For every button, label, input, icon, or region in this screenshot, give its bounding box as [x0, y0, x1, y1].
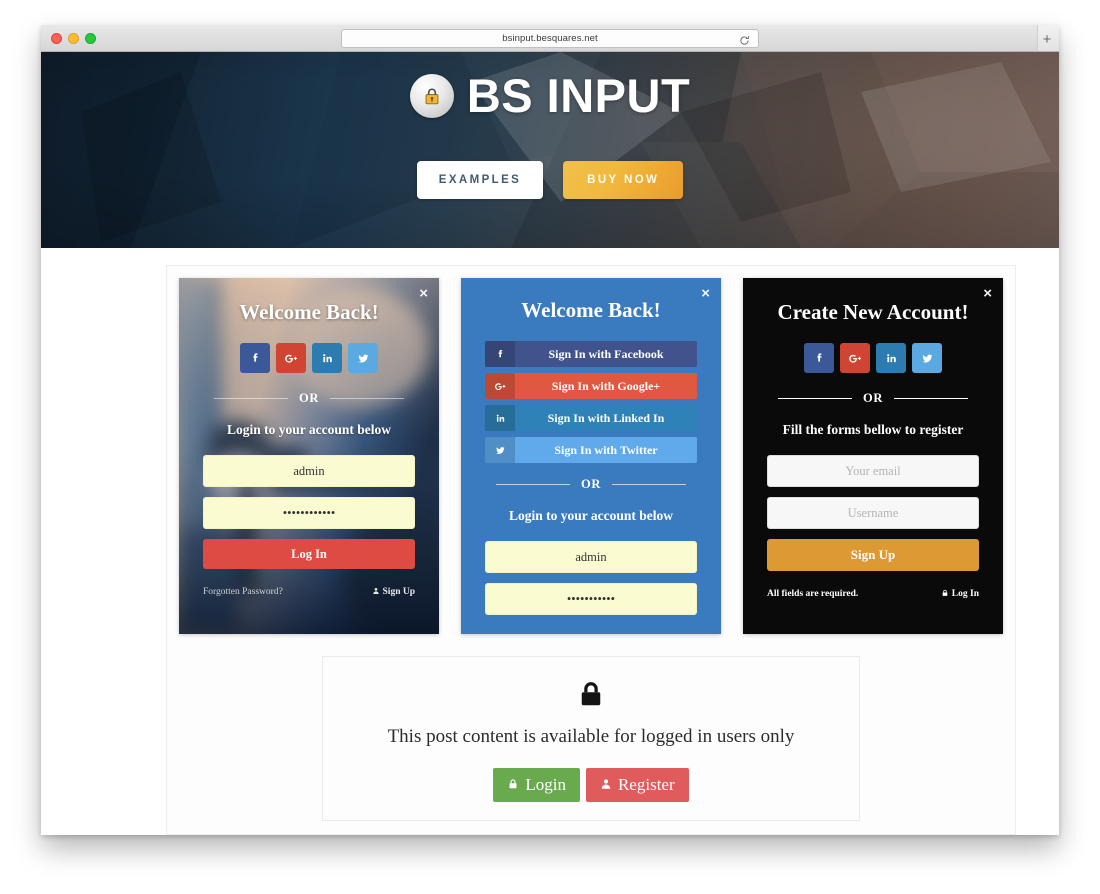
card-title: Welcome Back!: [521, 298, 661, 322]
or-divider: OR: [778, 391, 969, 406]
site-logo: BS INPUT: [409, 69, 691, 122]
card-subtitle: Fill the forms bellow to register: [782, 422, 964, 437]
linkedin-icon[interactable]: [312, 343, 342, 373]
signup-link[interactable]: Sign Up: [372, 587, 415, 597]
card-title: Create New Account!: [777, 300, 969, 324]
divider-line-right: [611, 484, 687, 485]
new-tab-button[interactable]: +: [1039, 31, 1055, 47]
lock-icon: [576, 679, 606, 714]
login-photo-card: × Welcome Back! OR Login to your account…: [179, 278, 439, 634]
google-plus-icon[interactable]: [276, 343, 306, 373]
close-window-button[interactable]: [51, 33, 62, 44]
google-plus-icon: [485, 373, 515, 399]
lock-icon: [507, 775, 519, 795]
social-icons-group: [767, 343, 979, 373]
login-button[interactable]: Log In: [203, 539, 415, 569]
facebook-icon: [485, 341, 515, 367]
page-content: × Welcome Back! OR Login to your account…: [41, 248, 1059, 835]
divider-line-left: [214, 398, 289, 399]
twitter-icon[interactable]: [348, 343, 378, 373]
locked-post-box: This post content is available for logge…: [322, 656, 860, 821]
divider-line-right: [893, 398, 969, 399]
username-input[interactable]: [767, 497, 979, 529]
page-viewport: BS INPUT EXAMPLES BUY NOW × Welcome Back…: [41, 52, 1059, 835]
linkedin-signin-label: Sign In with Linked In: [547, 410, 665, 425]
card-subtitle: Login to your account below: [508, 508, 673, 523]
card-title: Welcome Back!: [239, 300, 379, 324]
browser-window: bsinput.besquares.net + BS INPUT EXAMPLE…: [41, 25, 1059, 835]
locked-register-button[interactable]: Register: [585, 768, 689, 802]
username-input[interactable]: [203, 455, 415, 487]
locked-post-actions: Login Register: [493, 768, 689, 802]
login-link[interactable]: Log In: [941, 589, 979, 599]
required-fields-note: All fields are required.: [767, 589, 859, 599]
buy-now-button[interactable]: BUY NOW: [563, 161, 684, 199]
locked-login-label: Login: [525, 775, 566, 794]
hero-cta-group: EXAMPLES BUY NOW: [416, 161, 684, 199]
card-footer: Forgotten Password? Sign Up: [203, 587, 415, 597]
register-dark-card: × Create New Account! OR Fill the forms …: [743, 278, 1003, 634]
login-blue-card: × Welcome Back! Sign In with Facebook Si…: [461, 278, 721, 634]
google-plus-signin-label: Sign In with Google+: [551, 378, 661, 393]
google-plus-icon[interactable]: [840, 343, 870, 373]
facebook-icon[interactable]: [240, 343, 270, 373]
divider-line-left: [778, 398, 853, 399]
card-subtitle: Login to your account below: [226, 422, 391, 437]
or-divider: OR: [496, 477, 687, 492]
content-panel: × Welcome Back! OR Login to your account…: [166, 265, 1016, 835]
twitter-icon: [485, 437, 515, 463]
twitter-icon[interactable]: [912, 343, 942, 373]
examples-button[interactable]: EXAMPLES: [416, 161, 544, 199]
password-input[interactable]: [485, 583, 697, 615]
minimize-window-button[interactable]: [68, 33, 79, 44]
close-icon[interactable]: ×: [701, 286, 710, 301]
close-icon[interactable]: ×: [419, 286, 428, 301]
url-text: bsinput.besquares.net: [502, 33, 598, 44]
divider-line-right: [329, 398, 405, 399]
hero-banner: BS INPUT EXAMPLES BUY NOW: [41, 52, 1059, 248]
user-icon: [600, 775, 612, 795]
email-input[interactable]: [767, 455, 979, 487]
google-plus-signin-button[interactable]: Sign In with Google+: [485, 373, 697, 399]
locked-post-message: This post content is available for logge…: [387, 726, 795, 747]
twitter-signin-button[interactable]: Sign In with Twitter: [485, 437, 697, 463]
linkedin-icon[interactable]: [876, 343, 906, 373]
user-icon: [372, 587, 382, 597]
social-icons-group: [203, 343, 415, 373]
card-footer: All fields are required. Log In: [767, 589, 979, 599]
facebook-signin-button[interactable]: Sign In with Facebook: [485, 341, 697, 367]
linkedin-signin-button[interactable]: Sign In with Linked In: [485, 405, 697, 431]
browser-toolbar: bsinput.besquares.net +: [41, 25, 1059, 52]
login-cards-row: × Welcome Back! OR Login to your account…: [179, 278, 1003, 634]
or-label: OR: [299, 391, 319, 405]
maximize-window-button[interactable]: [85, 33, 96, 44]
signup-link-label: Sign Up: [382, 587, 415, 597]
reload-icon[interactable]: [739, 33, 750, 45]
social-signin-buttons: Sign In with Facebook Sign In with Googl…: [485, 341, 697, 463]
or-divider: OR: [214, 391, 405, 406]
or-label: OR: [581, 477, 601, 491]
facebook-signin-label: Sign In with Facebook: [548, 346, 664, 361]
window-controls: [51, 33, 96, 44]
locked-register-label: Register: [617, 775, 675, 794]
linkedin-icon: [485, 405, 515, 431]
login-link-label: Log In: [951, 589, 979, 599]
address-bar[interactable]: bsinput.besquares.net: [341, 29, 759, 48]
signup-button[interactable]: Sign Up: [767, 539, 979, 571]
twitter-signin-label: Sign In with Twitter: [554, 442, 658, 457]
close-icon[interactable]: ×: [983, 286, 992, 301]
divider-line-left: [496, 484, 571, 485]
page-title: BS INPUT: [466, 69, 691, 122]
lock-badge-icon: [409, 73, 454, 118]
locked-login-button[interactable]: Login: [493, 768, 580, 802]
password-input[interactable]: [203, 497, 415, 529]
forgotten-password-link[interactable]: Forgotten Password?: [203, 587, 283, 597]
lock-icon: [941, 589, 951, 599]
or-label: OR: [863, 391, 883, 405]
facebook-icon[interactable]: [804, 343, 834, 373]
username-input[interactable]: [485, 541, 697, 573]
